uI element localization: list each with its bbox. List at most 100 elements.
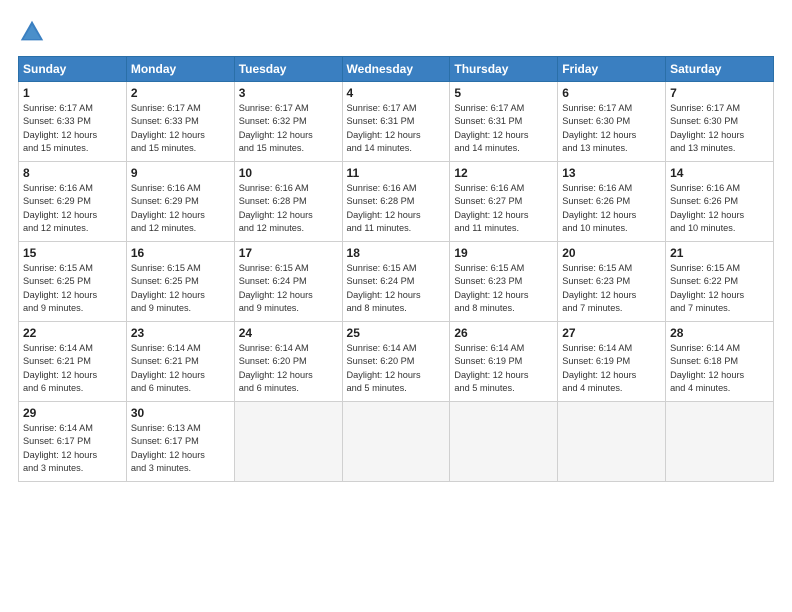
cell-content: Sunrise: 6:15 AMSunset: 6:22 PMDaylight:… [670,262,769,315]
header-saturday: Saturday [666,57,774,82]
cell-line: Daylight: 12 hours [347,129,446,142]
cell-line: Sunset: 6:23 PM [562,275,661,288]
cell-line: Sunset: 6:20 PM [239,355,338,368]
day-number: 21 [670,246,769,260]
cell-line: Sunset: 6:18 PM [670,355,769,368]
cell-content: Sunrise: 6:17 AMSunset: 6:30 PMDaylight:… [562,102,661,155]
cell-line: Sunset: 6:30 PM [562,115,661,128]
cell-line: and 13 minutes. [670,142,769,155]
cell-line: Sunset: 6:25 PM [23,275,122,288]
cell-content: Sunrise: 6:16 AMSunset: 6:26 PMDaylight:… [562,182,661,235]
cell-line: and 6 minutes. [239,382,338,395]
day-number: 27 [562,326,661,340]
calendar-cell: 24Sunrise: 6:14 AMSunset: 6:20 PMDayligh… [234,322,342,402]
cell-line: Daylight: 12 hours [562,209,661,222]
cell-line: and 12 minutes. [131,222,230,235]
cell-line: Sunrise: 6:15 AM [670,262,769,275]
day-number: 13 [562,166,661,180]
day-number: 7 [670,86,769,100]
day-number: 3 [239,86,338,100]
cell-line: Sunrise: 6:17 AM [131,102,230,115]
cell-line: Sunset: 6:33 PM [131,115,230,128]
cell-line: Sunset: 6:28 PM [239,195,338,208]
day-number: 1 [23,86,122,100]
calendar-table: SundayMondayTuesdayWednesdayThursdayFrid… [18,56,774,482]
cell-line: Sunset: 6:26 PM [670,195,769,208]
cell-line: Daylight: 12 hours [23,129,122,142]
cell-line: Sunset: 6:21 PM [131,355,230,368]
cell-content: Sunrise: 6:16 AMSunset: 6:28 PMDaylight:… [239,182,338,235]
cell-line: and 4 minutes. [670,382,769,395]
day-number: 5 [454,86,553,100]
cell-line: Daylight: 12 hours [23,449,122,462]
calendar-cell [450,402,558,482]
page-header [18,18,774,46]
cell-line: Sunset: 6:33 PM [23,115,122,128]
day-number: 19 [454,246,553,260]
day-number: 9 [131,166,230,180]
calendar-cell: 19Sunrise: 6:15 AMSunset: 6:23 PMDayligh… [450,242,558,322]
calendar-cell: 25 Sunrise: 6:14 AMSunset: 6:20 PMDayligh… [342,322,450,402]
cell-line: Sunrise: 6:16 AM [131,182,230,195]
cell-content: Sunrise: 6:14 AMSunset: 6:18 PMDaylight:… [670,342,769,395]
cell-line: Sunrise: 6:17 AM [562,102,661,115]
day-number: 2 [131,86,230,100]
calendar-cell: 8Sunrise: 6:16 AMSunset: 6:29 PMDaylight… [19,162,127,242]
cell-content: Sunrise: 6:14 AMSunset: 6:20 PMDaylight:… [347,342,446,395]
calendar-cell: 7 Sunrise: 6:17 AMSunset: 6:30 PMDaylight… [666,82,774,162]
cell-line: and 6 minutes. [131,382,230,395]
cell-line: Daylight: 12 hours [454,369,553,382]
cell-line: Sunset: 6:24 PM [239,275,338,288]
calendar-cell: 11Sunrise: 6:16 AMSunset: 6:28 PMDayligh… [342,162,450,242]
cell-line: Sunrise: 6:14 AM [347,342,446,355]
cell-line: Sunrise: 6:15 AM [347,262,446,275]
cell-line: and 14 minutes. [347,142,446,155]
day-number: 8 [23,166,122,180]
cell-content: Sunrise: 6:17 AMSunset: 6:33 PMDaylight:… [131,102,230,155]
cell-content: Sunrise: 6:16 AMSunset: 6:29 PMDaylight:… [131,182,230,235]
cell-line: Sunrise: 6:15 AM [23,262,122,275]
cell-line: and 3 minutes. [23,462,122,475]
cell-line: Daylight: 12 hours [670,209,769,222]
cell-line: Daylight: 12 hours [454,289,553,302]
day-number: 25 [347,326,446,340]
cell-line: and 13 minutes. [562,142,661,155]
day-number: 10 [239,166,338,180]
cell-line: Daylight: 12 hours [670,129,769,142]
cell-line: Daylight: 12 hours [239,209,338,222]
cell-line: Daylight: 12 hours [562,369,661,382]
cell-line: and 12 minutes. [239,222,338,235]
cell-content: Sunrise: 6:17 AMSunset: 6:32 PMDaylight:… [239,102,338,155]
cell-line: Daylight: 12 hours [131,129,230,142]
cell-line: Daylight: 12 hours [347,369,446,382]
calendar-cell: 20Sunrise: 6:15 AMSunset: 6:23 PMDayligh… [558,242,666,322]
cell-line: Sunset: 6:28 PM [347,195,446,208]
calendar-cell [666,402,774,482]
logo [18,18,48,46]
cell-line: Sunset: 6:23 PM [454,275,553,288]
cell-line: Sunset: 6:32 PM [239,115,338,128]
cell-line: Sunset: 6:29 PM [131,195,230,208]
cell-line: and 4 minutes. [562,382,661,395]
cell-line: Sunrise: 6:17 AM [670,102,769,115]
cell-line: Sunrise: 6:13 AM [131,422,230,435]
cell-line: and 3 minutes. [131,462,230,475]
cell-line: Sunset: 6:17 PM [131,435,230,448]
cell-line: Sunrise: 6:15 AM [562,262,661,275]
logo-icon [18,18,46,46]
cell-line: and 9 minutes. [23,302,122,315]
week-row-2: 15Sunrise: 6:15 AMSunset: 6:25 PMDayligh… [19,242,774,322]
cell-line: Sunset: 6:30 PM [670,115,769,128]
day-number: 23 [131,326,230,340]
day-number: 6 [562,86,661,100]
cell-line: Sunset: 6:25 PM [131,275,230,288]
cell-line: and 9 minutes. [131,302,230,315]
cell-content: Sunrise: 6:17 AMSunset: 6:30 PMDaylight:… [670,102,769,155]
cell-line: Sunset: 6:19 PM [454,355,553,368]
calendar-cell: 15Sunrise: 6:15 AMSunset: 6:25 PMDayligh… [19,242,127,322]
cell-line: Daylight: 12 hours [131,289,230,302]
day-number: 18 [347,246,446,260]
calendar-header-row: SundayMondayTuesdayWednesdayThursdayFrid… [19,57,774,82]
day-number: 20 [562,246,661,260]
calendar-cell: 17Sunrise: 6:15 AMSunset: 6:24 PMDayligh… [234,242,342,322]
